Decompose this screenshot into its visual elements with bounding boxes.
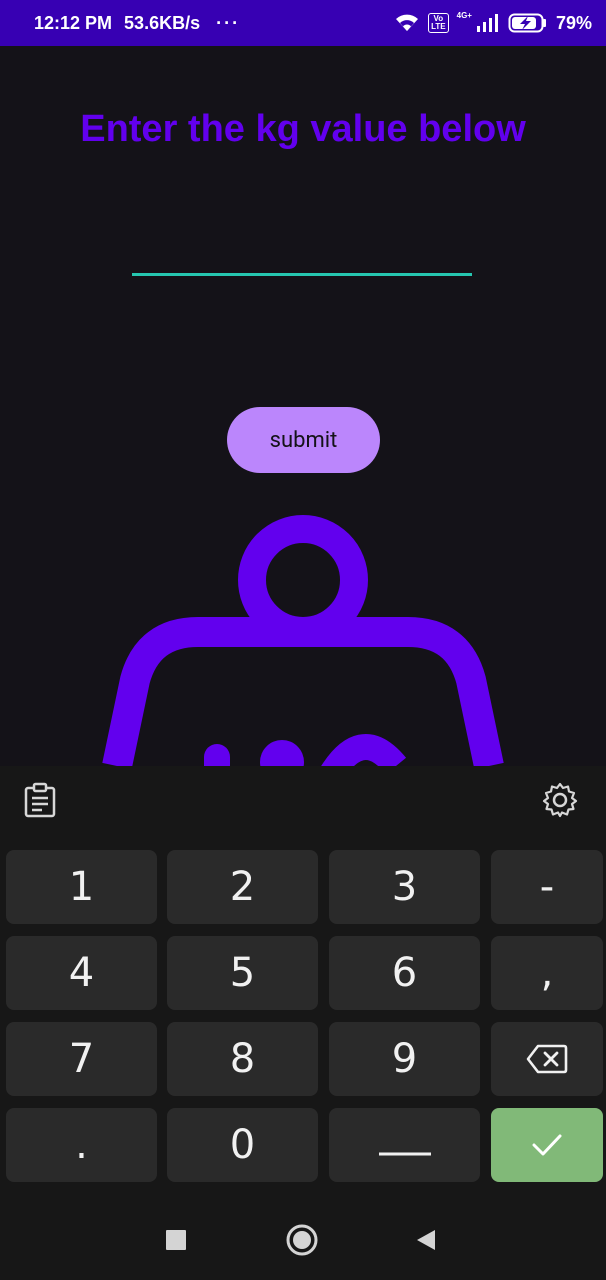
battery-charging-icon [508,13,546,33]
status-bar: 12:12 PM 53.6KB/s ··· Vo LTE 4G+ 79% [0,0,606,46]
wifi-icon [396,14,419,31]
backspace-icon [526,1044,568,1074]
key-9[interactable]: 9 [329,1022,480,1096]
network-type-label: 4G+ [456,10,472,20]
system-nav-bar [0,1200,606,1280]
circle-icon [286,1224,318,1256]
signal-icon [476,14,498,32]
space-key[interactable] [329,1108,480,1182]
key-1[interactable]: 1 [6,850,157,924]
kg-weight-icon: KG [0,510,504,766]
weight-kg-label: KG [0,510,23,514]
status-time: 12:12 PM [34,12,113,33]
status-more-dots: ··· [216,12,241,33]
square-icon [166,1230,186,1250]
page-title: Enter the kg value below [80,108,526,150]
triangle-back-icon [417,1230,435,1250]
key-dash[interactable]: - [491,850,603,924]
submit-button[interactable]: submit [227,407,380,473]
key-8[interactable]: 8 [167,1022,318,1096]
status-network-speed: 53.6KB/s [124,12,201,33]
key-4[interactable]: 4 [6,936,157,1010]
clipboard-icon[interactable] [22,782,58,818]
recents-button[interactable] [158,1222,194,1258]
backspace-key[interactable] [491,1022,603,1096]
key-comma[interactable]: , [491,936,603,1010]
space-bar-icon [378,1152,431,1156]
volte-icon: Vo LTE [428,13,449,33]
numeric-keyboard: 1 2 3 - 4 5 6 , 7 8 9 . 0 [0,766,606,1200]
key-7[interactable]: 7 [6,1022,157,1096]
kg-value-input[interactable] [132,228,472,276]
back-button[interactable] [408,1222,444,1258]
home-button[interactable] [284,1222,320,1258]
weight-illustration: KG [0,510,606,766]
key-2[interactable]: 2 [167,850,318,924]
key-5[interactable]: 5 [167,936,318,1010]
check-icon [532,1134,562,1156]
status-icons: Vo LTE 4G+ 79% [394,10,592,34]
done-key[interactable] [491,1108,603,1182]
key-6[interactable]: 6 [329,936,480,1010]
gear-icon[interactable] [542,782,578,818]
key-0[interactable]: 0 [167,1108,318,1182]
key-dot[interactable]: . [6,1108,157,1182]
battery-percent: 79% [555,12,592,33]
keyboard-toolbar [0,766,606,842]
key-3[interactable]: 3 [329,850,480,924]
